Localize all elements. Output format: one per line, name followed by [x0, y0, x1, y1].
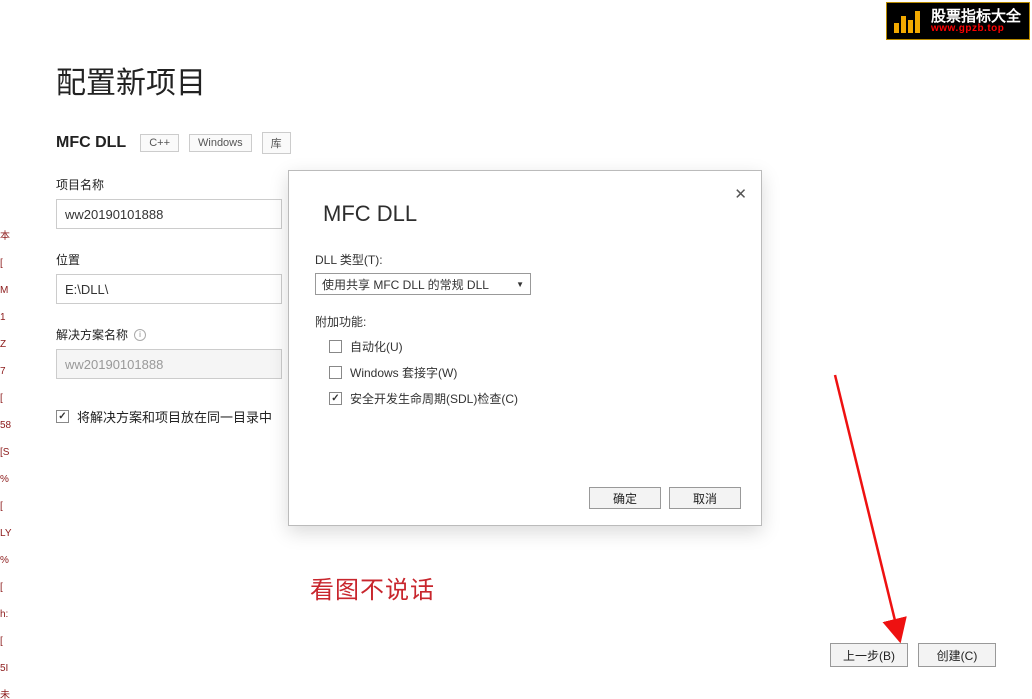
- tag-library: 库: [262, 132, 291, 154]
- close-icon[interactable]: ✕: [734, 185, 747, 203]
- project-name-input[interactable]: [56, 199, 282, 229]
- sdl-checkbox[interactable]: [329, 392, 342, 405]
- dll-type-label: DLL 类型(T):: [315, 251, 735, 268]
- left-gutter-text: 本[M1Z7[58[S%[LY%[h:[5I未于ar00内: [0, 0, 24, 699]
- back-button[interactable]: 上一步(B): [830, 643, 908, 667]
- watermark: 股票指标大全 www.gpzb.top: [886, 2, 1030, 40]
- additional-label: 附加功能:: [315, 313, 735, 330]
- project-type-row: MFC DLL C++ Windows 库: [56, 132, 996, 154]
- cancel-button[interactable]: 取消: [669, 487, 741, 509]
- tag-cpp: C++: [140, 134, 179, 152]
- dll-type-select[interactable]: 使用共享 MFC DLL 的常规 DLL ▼: [315, 273, 531, 295]
- watermark-logo-icon: [891, 6, 925, 36]
- wizard-buttons: 上一步(B) 创建(C): [830, 643, 996, 667]
- info-icon: i: [134, 329, 146, 341]
- page-title: 配置新项目: [56, 58, 996, 102]
- solution-name-text: 解决方案名称: [56, 326, 128, 343]
- sdl-label: 安全开发生命周期(SDL)检查(C): [350, 390, 518, 407]
- watermark-url: www.gpzb.top: [931, 24, 1021, 34]
- automation-checkbox[interactable]: [329, 340, 342, 353]
- red-caption: 看图不说话: [310, 570, 435, 605]
- option-sdl[interactable]: 安全开发生命周期(SDL)检查(C): [329, 390, 735, 407]
- dll-type-value: 使用共享 MFC DLL 的常规 DLL: [322, 276, 489, 293]
- option-automation[interactable]: 自动化(U): [329, 338, 735, 355]
- dialog-title: MFC DLL: [323, 201, 761, 227]
- option-winsock[interactable]: Windows 套接字(W): [329, 364, 735, 381]
- ok-button[interactable]: 确定: [589, 487, 661, 509]
- winsock-label: Windows 套接字(W): [350, 364, 457, 381]
- same-dir-label: 将解决方案和项目放在同一目录中: [77, 407, 272, 426]
- winsock-checkbox[interactable]: [329, 366, 342, 379]
- watermark-brand: 股票指标大全: [931, 9, 1021, 24]
- solution-name-input: [56, 349, 282, 379]
- same-dir-checkbox[interactable]: [56, 410, 69, 423]
- create-button[interactable]: 创建(C): [918, 643, 996, 667]
- mfc-dll-dialog: ✕ MFC DLL DLL 类型(T): 使用共享 MFC DLL 的常规 DL…: [288, 170, 762, 526]
- chevron-down-icon: ▼: [516, 280, 524, 289]
- project-type: MFC DLL: [56, 134, 126, 152]
- tag-windows: Windows: [189, 134, 252, 152]
- automation-label: 自动化(U): [350, 338, 403, 355]
- location-input[interactable]: [56, 274, 282, 304]
- top-menu-blur: [30, 0, 590, 12]
